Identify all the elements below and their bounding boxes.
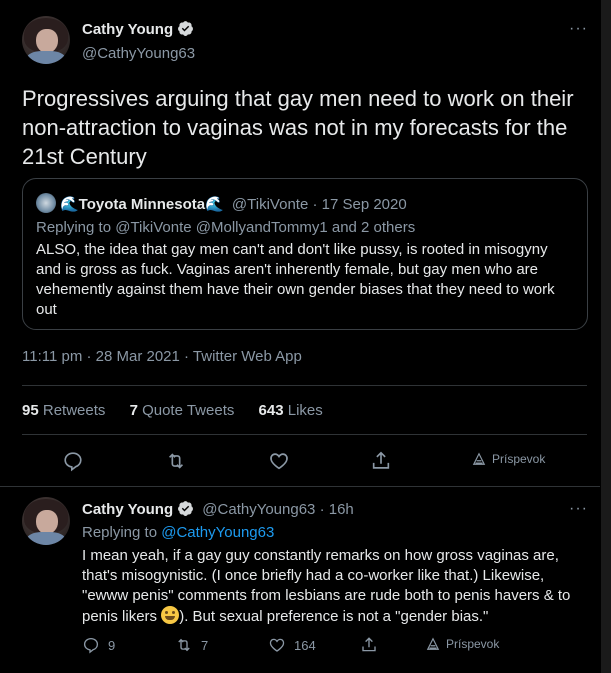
more-icon[interactable]: ··· (569, 500, 588, 518)
retweet-icon (178, 638, 190, 652)
quotes-count: 7 (129, 402, 138, 419)
reply-icon (64, 452, 82, 472)
quote-author-line: 🌊Toyota Minnesota🌊 @TikiVonte · 17 Sep 2… (36, 193, 407, 213)
quote-author-name: 🌊Toyota Minnesota🌊 (60, 196, 224, 213)
quote-replying-to: Replying to @TikiVonte @MollyandTommy1 a… (36, 219, 416, 236)
reply-button[interactable] (62, 450, 84, 472)
replying-to: Replying to @CathyYoung63 (82, 524, 274, 541)
like-icon (270, 453, 288, 470)
main-tweet: Cathy Young @CathyYoung63 ··· Progressiv… (0, 0, 600, 487)
quote-avatar (36, 193, 56, 213)
reply-author-handle[interactable]: @CathyYoung63 (202, 501, 315, 518)
retweet-count: 7 (201, 637, 209, 653)
prispevok-button[interactable]: Príspevok (472, 452, 545, 466)
reply-author-line: Cathy Young @CathyYoung63 · 16h (82, 500, 354, 521)
retweets-label: Retweets (42, 402, 106, 419)
retweets-stat[interactable]: 95 Retweets (22, 402, 105, 419)
prispevok-label: Príspevok (492, 452, 546, 466)
retweets-count: 95 (22, 402, 39, 419)
retweet-icon (168, 453, 184, 469)
reply-prispevok-button[interactable]: Príspevok (426, 637, 499, 651)
reply-like-button[interactable]: 164 (268, 636, 316, 654)
quote-text: ALSO, the idea that gay men can't and do… (36, 241, 555, 318)
verified-badge-icon (177, 500, 194, 521)
quote-author-handle: @TikiVonte (231, 196, 309, 213)
divider (22, 434, 587, 435)
grinning-emoji-icon (161, 606, 180, 624)
tweet-text: Progressives arguing that gay men need t… (22, 86, 574, 169)
retweet-button[interactable] (165, 450, 187, 472)
quotes-label: Quote Tweets (142, 402, 235, 419)
reply-text: I mean yeah, if a gay guy constantly rem… (82, 546, 587, 627)
like-button[interactable] (268, 450, 290, 472)
share-icon (372, 451, 390, 469)
reply-author-name[interactable]: Cathy Young (82, 501, 173, 518)
likes-label: Likes (287, 402, 323, 419)
reply-retweet-button[interactable]: 7 (175, 636, 208, 654)
author-name[interactable]: Cathy Young (82, 21, 173, 38)
scrollbar[interactable] (601, 0, 611, 673)
quoted-tweet[interactable]: 🌊Toyota Minnesota🌊 @TikiVonte · 17 Sep 2… (22, 178, 588, 330)
reply-time[interactable]: · 16h (320, 501, 354, 518)
quotes-stat[interactable]: 7 Quote Tweets (130, 402, 235, 419)
reply-count: 9 (108, 637, 116, 653)
like-icon (269, 638, 285, 652)
tweet-stats: 95 Retweets 7 Quote Tweets 643 Likes (22, 402, 343, 419)
reply-icon (83, 637, 99, 654)
more-icon[interactable]: ··· (569, 20, 588, 38)
like-count: 164 (294, 637, 316, 653)
share-button[interactable] (370, 450, 392, 472)
reply-share-button[interactable] (360, 636, 378, 654)
likes-count: 643 (258, 402, 284, 419)
tweet-timestamp[interactable]: 11:11 pm · 28 Mar 2021 · Twitter Web App (22, 348, 302, 365)
author-avatar[interactable] (22, 16, 70, 64)
prispevok-icon (472, 452, 486, 465)
verified-badge-icon (177, 20, 194, 42)
share-icon (362, 637, 376, 652)
replying-prefix: Replying to (82, 524, 158, 541)
replying-to-link[interactable]: @CathyYoung63 (161, 524, 274, 541)
reply-text-part2: ). But sexual preference is not a "gende… (179, 608, 489, 625)
divider (22, 385, 587, 386)
prispevok-icon (426, 637, 440, 650)
reply-reply-button[interactable]: 9 (82, 636, 115, 654)
reply-author-avatar[interactable] (22, 497, 70, 545)
prispevok-label: Príspevok (446, 637, 500, 651)
author-handle[interactable]: @CathyYoung63 (82, 45, 195, 62)
quote-date: · 17 Sep 2020 (312, 196, 407, 213)
likes-stat[interactable]: 643 Likes (259, 402, 323, 419)
author-info[interactable]: Cathy Young @CathyYoung63 (82, 20, 195, 62)
